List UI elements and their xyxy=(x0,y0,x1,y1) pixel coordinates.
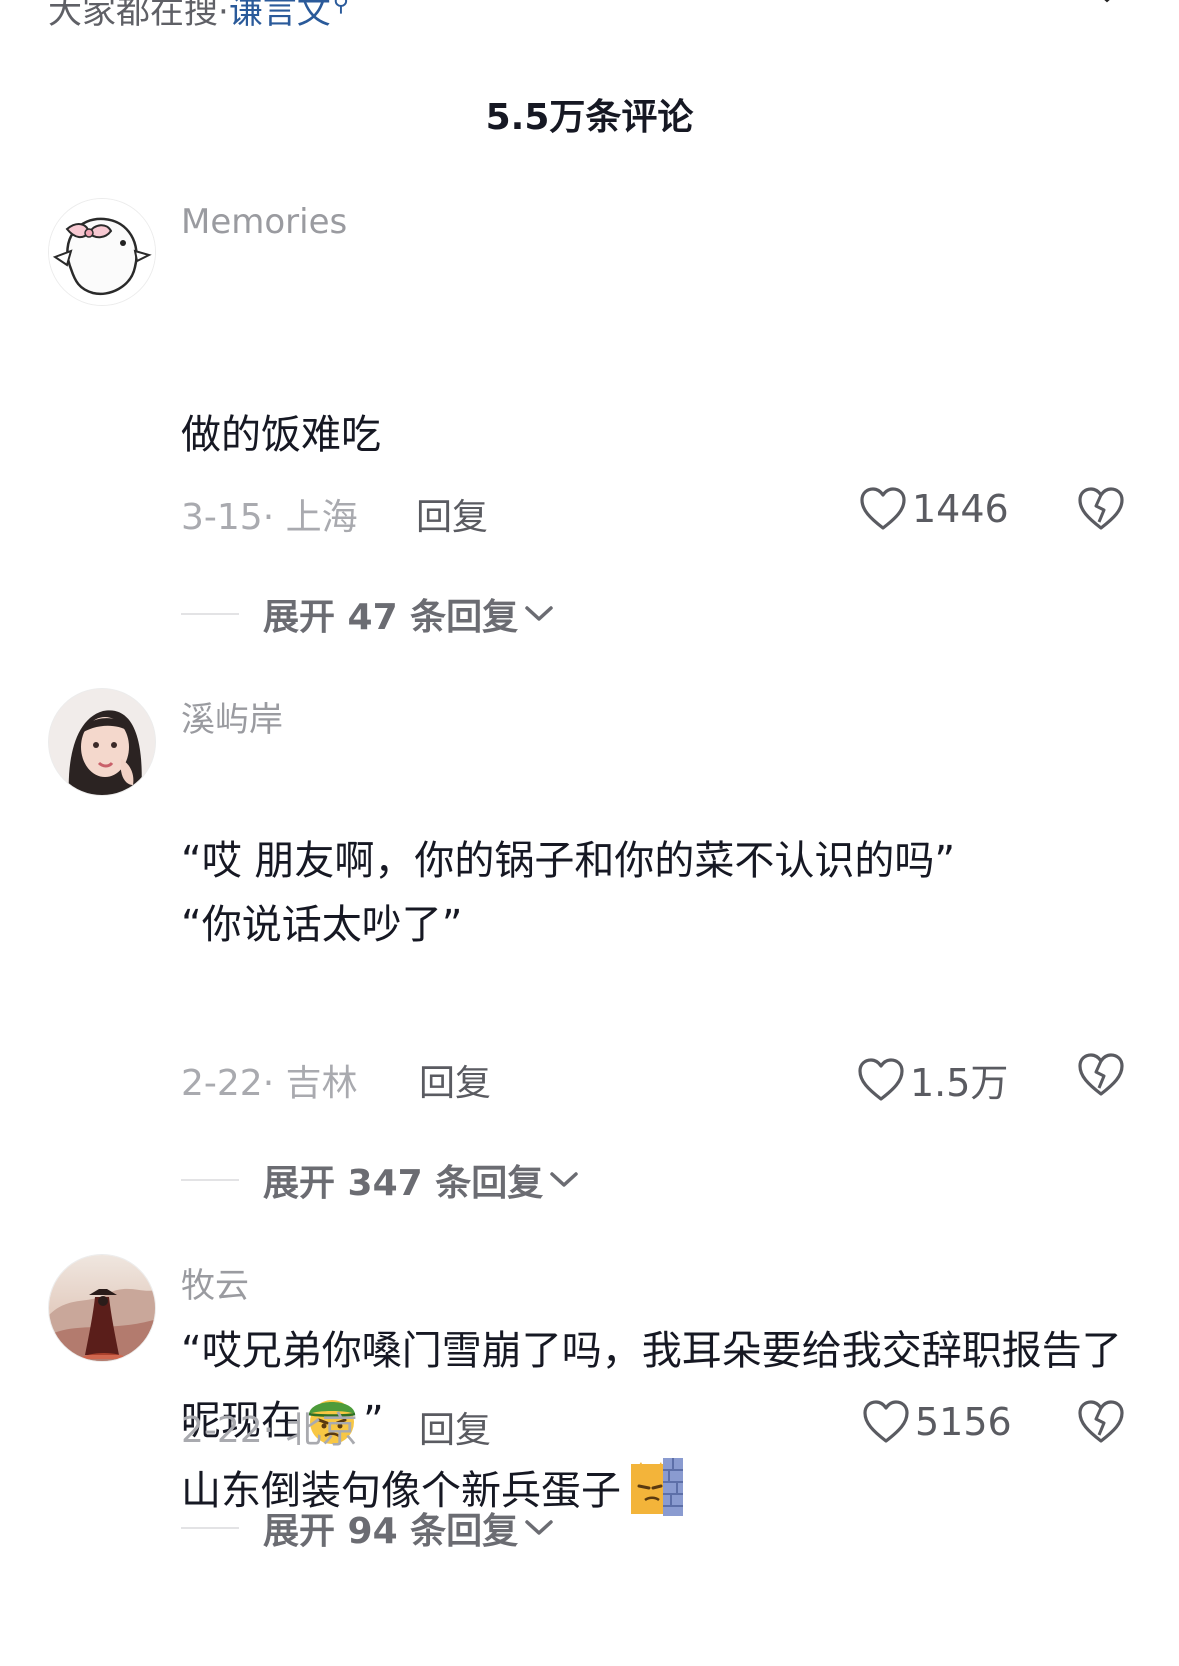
divider-line xyxy=(181,613,239,615)
expand-replies[interactable]: 展开 94 条回复 xyxy=(181,1502,556,1554)
search-suggestion-keyword[interactable]: 谦言文 xyxy=(229,0,331,32)
reply-button[interactable]: 回复 xyxy=(419,1401,491,1453)
close-icon xyxy=(1104,0,1110,3)
heart-icon xyxy=(860,487,906,530)
comment-line: “你说话太吵了” xyxy=(181,902,463,948)
girl-avatar-image xyxy=(49,689,155,795)
divider-line xyxy=(181,1179,239,1181)
like-count: 1.5万 xyxy=(910,1061,1009,1105)
search-icon: ⚲ xyxy=(332,0,349,17)
divider-line xyxy=(181,1527,239,1529)
broken-heart-icon xyxy=(1078,487,1124,530)
like-count: 5156 xyxy=(915,1400,1012,1444)
comment-date-location: 2-22· 吉林 xyxy=(181,1063,358,1104)
avatar[interactable] xyxy=(48,688,156,796)
like-button[interactable]: 5156 xyxy=(861,1399,1012,1445)
like-button[interactable]: 1446 xyxy=(858,486,1009,532)
reply-button[interactable]: 回复 xyxy=(419,1054,491,1106)
swordsman-avatar-image xyxy=(49,1255,155,1361)
chevron-down-icon xyxy=(525,606,553,621)
expand-replies[interactable]: 展开 347 条回复 xyxy=(181,1154,581,1206)
username[interactable]: Memories xyxy=(181,202,347,242)
dislike-button[interactable] xyxy=(1077,1399,1125,1445)
reply-button[interactable]: 回复 xyxy=(416,488,488,540)
cat-behind-wall-emoji xyxy=(631,1458,683,1516)
expand-replies[interactable]: 展开 47 条回复 xyxy=(181,588,556,640)
comment-date-location: 2-22· 北京 xyxy=(181,1410,358,1451)
search-suggestion[interactable]: 大家都在搜·谦言文⚲ xyxy=(48,0,349,32)
close-button[interactable] xyxy=(1087,0,1127,18)
comments-count-title: 5.5万条评论 xyxy=(485,97,694,138)
username[interactable]: 溪屿岸 xyxy=(181,692,283,741)
comment-text: 山东倒装句像个新兵蛋子 xyxy=(181,1316,1131,1666)
chevron-down-icon xyxy=(550,1172,578,1187)
dislike-button[interactable] xyxy=(1077,1052,1125,1098)
comment-date-location: 3-15· 上海 xyxy=(181,497,358,538)
broken-heart-icon xyxy=(1078,1053,1124,1096)
heart-icon xyxy=(858,1057,904,1101)
chevron-down-icon xyxy=(525,1520,553,1535)
expand-replies-label: 展开 47 条回复 xyxy=(263,597,519,638)
duck-avatar-image xyxy=(49,199,155,305)
comment-line: 做的饭难吃 xyxy=(181,412,381,458)
username[interactable]: 牧云 xyxy=(181,1258,249,1307)
expand-replies-label: 展开 347 条回复 xyxy=(263,1163,544,1204)
heart-icon xyxy=(863,1400,909,1443)
search-suggestion-prefix: 大家都在搜· xyxy=(48,0,229,32)
broken-heart-icon xyxy=(1078,1400,1124,1443)
avatar[interactable] xyxy=(48,198,156,306)
like-count: 1446 xyxy=(912,487,1009,531)
like-button[interactable]: 1.5万 xyxy=(856,1052,1008,1107)
avatar[interactable] xyxy=(48,1254,156,1362)
dislike-button[interactable] xyxy=(1077,486,1125,532)
expand-replies-label: 展开 94 条回复 xyxy=(263,1511,519,1552)
